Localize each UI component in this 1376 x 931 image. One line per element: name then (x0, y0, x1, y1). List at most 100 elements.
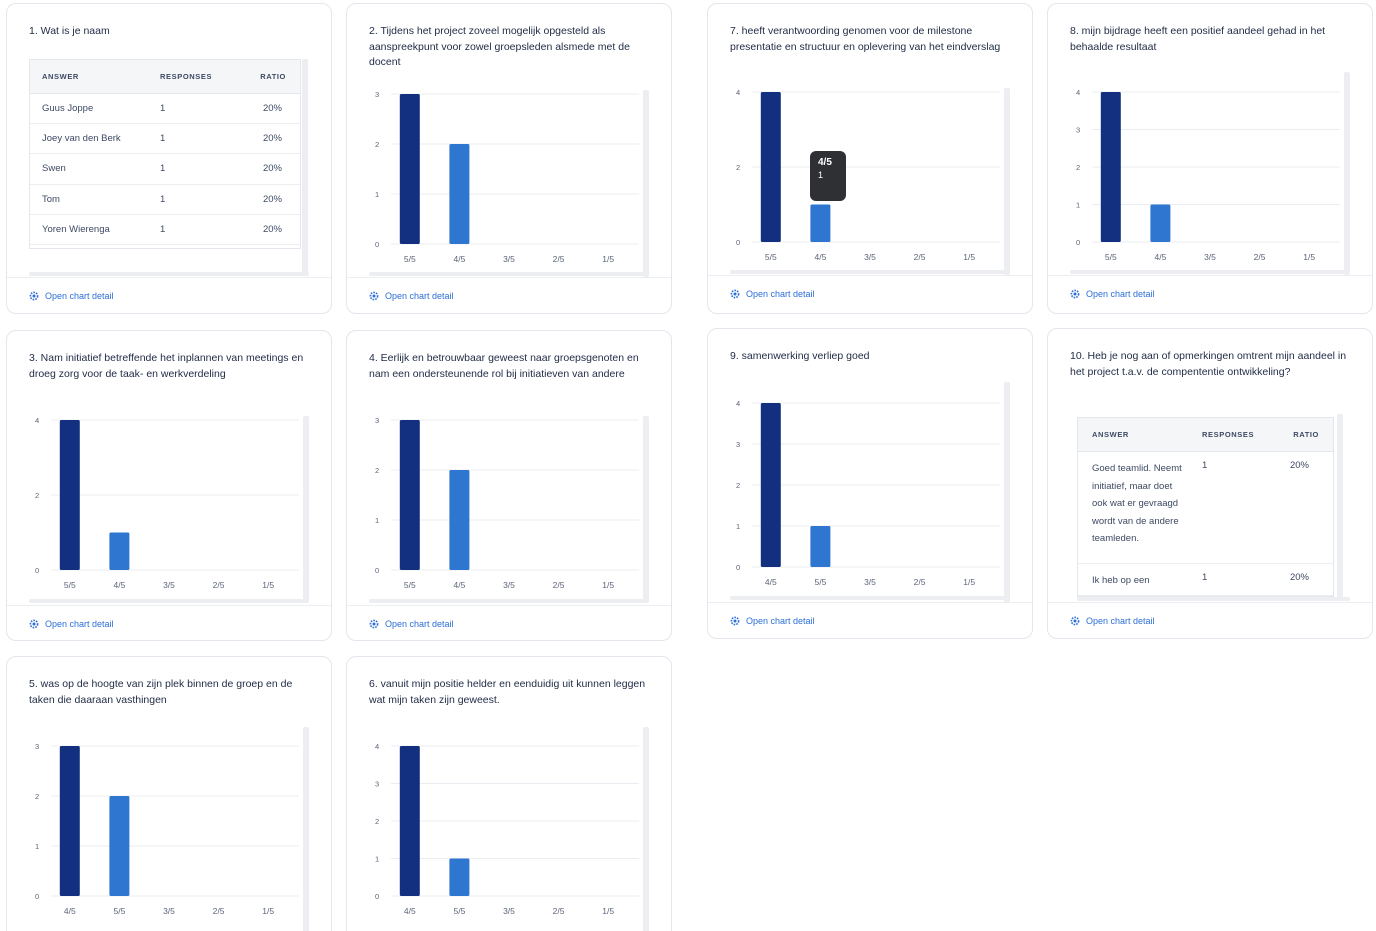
bar-5-5[interactable] (1100, 92, 1121, 242)
column-header-responses: RESPONSES (160, 72, 213, 81)
bar-chart: 0 2 4 5/5 4/5 3/5 2/5 1/5 (29, 416, 309, 596)
bar-5-5[interactable] (760, 92, 781, 242)
x-tick-label: 3/5 (503, 906, 515, 916)
bar-4-5[interactable] (1150, 204, 1171, 243)
bar-5-5[interactable] (399, 94, 420, 244)
ratio-cell: 20% (1289, 460, 1309, 471)
y-tick-label: 0 (736, 563, 740, 572)
y-tick-label: 4 (736, 88, 740, 97)
bar-5-5[interactable] (810, 526, 831, 567)
x-tick-label: 1/5 (602, 254, 614, 264)
card-q2: 2. Tijdens het project zoveel mogelijk o… (346, 3, 672, 314)
open-chart-detail-link[interactable]: Open chart detail (29, 619, 114, 629)
y-tick-label: 0 (1076, 238, 1080, 247)
column-header-ratio: RATIO (260, 72, 286, 81)
x-tick-label: 2/5 (914, 577, 926, 587)
table-row: Tom 1 20% (30, 185, 300, 215)
horizontal-scrollbar[interactable] (29, 599, 309, 603)
card-footer: Open chart detail (347, 277, 671, 313)
bar-4-5[interactable] (109, 532, 130, 571)
x-tick-label: 1/5 (262, 580, 274, 590)
horizontal-scrollbar[interactable] (1070, 270, 1350, 274)
x-tick-label: 4/5 (453, 254, 465, 264)
chart-detail-icon (29, 619, 39, 629)
open-chart-detail-link[interactable]: Open chart detail (29, 291, 114, 301)
card-q7: 7. heeft verantwoording genomen voor de … (707, 3, 1033, 314)
answers-table: ANSWER RESPONSES RATIO Goed teamlid. Nee… (1077, 417, 1334, 597)
horizontal-scrollbar[interactable] (1077, 597, 1350, 601)
chart-scrollbar[interactable] (1004, 88, 1010, 275)
horizontal-scrollbar[interactable] (369, 272, 649, 276)
chart-scrollbar[interactable] (643, 727, 649, 931)
bar-4-5[interactable] (449, 470, 470, 570)
chart-scrollbar[interactable] (1004, 382, 1010, 602)
chart-scrollbar[interactable] (303, 416, 309, 603)
card-q5: 5. was op de hoogte van zijn plek binnen… (6, 656, 332, 931)
column-header-ratio: RATIO (1293, 430, 1319, 439)
card-footer: Open chart detail (1048, 275, 1372, 311)
x-tick-label: 5/5 (765, 252, 777, 262)
card-title: 6. vanuit mijn positie helder en eenduid… (369, 678, 646, 706)
open-chart-detail-link[interactable]: Open chart detail (730, 289, 815, 299)
answer-cell: Tom (42, 194, 60, 205)
responses-cell: 1 (160, 103, 166, 114)
x-tick-label: 2/5 (553, 580, 565, 590)
bar-chart: 0 2 4 5/5 4/5 3/5 2/5 1/5 (730, 88, 1010, 268)
card-q8: 8. mijn bijdrage heeft een positief aand… (1047, 3, 1373, 314)
table-scrollbar[interactable] (302, 59, 308, 274)
open-chart-detail-link[interactable]: Open chart detail (1070, 289, 1155, 299)
ratio-cell: 20% (1289, 572, 1309, 583)
bar-5-5[interactable] (59, 420, 80, 570)
open-chart-detail-link[interactable]: Open chart detail (369, 619, 454, 629)
column-header-answer: ANSWER (42, 72, 79, 81)
chart-scrollbar[interactable] (303, 727, 309, 931)
x-tick-label: 3/5 (163, 580, 175, 590)
bar-4-5[interactable] (810, 204, 831, 243)
table-row: Yoren Wierenga 1 20% (30, 215, 300, 245)
y-tick-label: 2 (375, 817, 379, 826)
open-chart-detail-label: Open chart detail (385, 618, 454, 629)
x-tick-label: 2/5 (553, 254, 565, 264)
y-tick-label: 1 (375, 855, 379, 864)
open-chart-detail-label: Open chart detail (1086, 288, 1155, 299)
open-chart-detail-label: Open chart detail (746, 615, 815, 626)
y-tick-label: 4 (375, 742, 379, 751)
horizontal-scrollbar[interactable] (29, 272, 309, 276)
chart-detail-icon (730, 289, 740, 299)
bar-4-5[interactable] (399, 746, 420, 896)
bar-5-5[interactable] (109, 796, 130, 896)
bar-5-5[interactable] (399, 420, 420, 570)
bar-4-5[interactable] (760, 403, 781, 567)
x-tick-label: 1/5 (602, 906, 614, 916)
chart-svg: 0 1 2 3 4 4/5 5/5 3/5 2/5 1/5 (736, 399, 1000, 587)
chart-svg: 0 2 4 5/5 4/5 3/5 2/5 1/5 (736, 88, 1000, 262)
bar-4-5[interactable] (59, 746, 80, 896)
open-chart-detail-link[interactable]: Open chart detail (369, 291, 454, 301)
chart-scrollbar[interactable] (643, 90, 649, 277)
card-q3: 3. Nam initiatief betreffende het inplan… (6, 330, 332, 641)
card-q4: 4. Eerlijk en betrouwbaar geweest naar g… (346, 330, 672, 641)
chart-scrollbar[interactable] (1344, 72, 1350, 275)
bar-5-5[interactable] (449, 858, 470, 897)
chart-scrollbar[interactable] (643, 416, 649, 603)
horizontal-scrollbar[interactable] (730, 270, 1010, 274)
card-title: 8. mijn bijdrage heeft een positief aand… (1070, 25, 1326, 53)
bar-chart: 0 1 2 3 5/5 4/5 3/5 2/5 1/5 (369, 90, 649, 270)
x-tick-label: 4/5 (1154, 252, 1166, 262)
responses-cell: 1 (160, 224, 166, 235)
x-tick-label: 3/5 (503, 254, 515, 264)
open-chart-detail-link[interactable]: Open chart detail (1070, 616, 1155, 626)
y-tick-label: 3 (35, 742, 39, 751)
x-tick-label: 2/5 (553, 906, 565, 916)
open-chart-detail-link[interactable]: Open chart detail (730, 616, 815, 626)
table-scrollbar[interactable] (1337, 414, 1343, 599)
horizontal-scrollbar[interactable] (369, 599, 649, 603)
x-tick-label: 4/5 (64, 906, 76, 916)
horizontal-scrollbar[interactable] (730, 596, 1010, 600)
y-tick-label: 3 (375, 780, 379, 789)
bar-4-5[interactable] (449, 144, 470, 244)
y-tick-label: 4 (35, 416, 39, 425)
table-header: ANSWER RESPONSES RATIO (1078, 418, 1333, 452)
responses-cell: 1 (1202, 572, 1208, 583)
card-title: 10. Heb je nog aan of opmerkingen omtren… (1070, 350, 1347, 378)
